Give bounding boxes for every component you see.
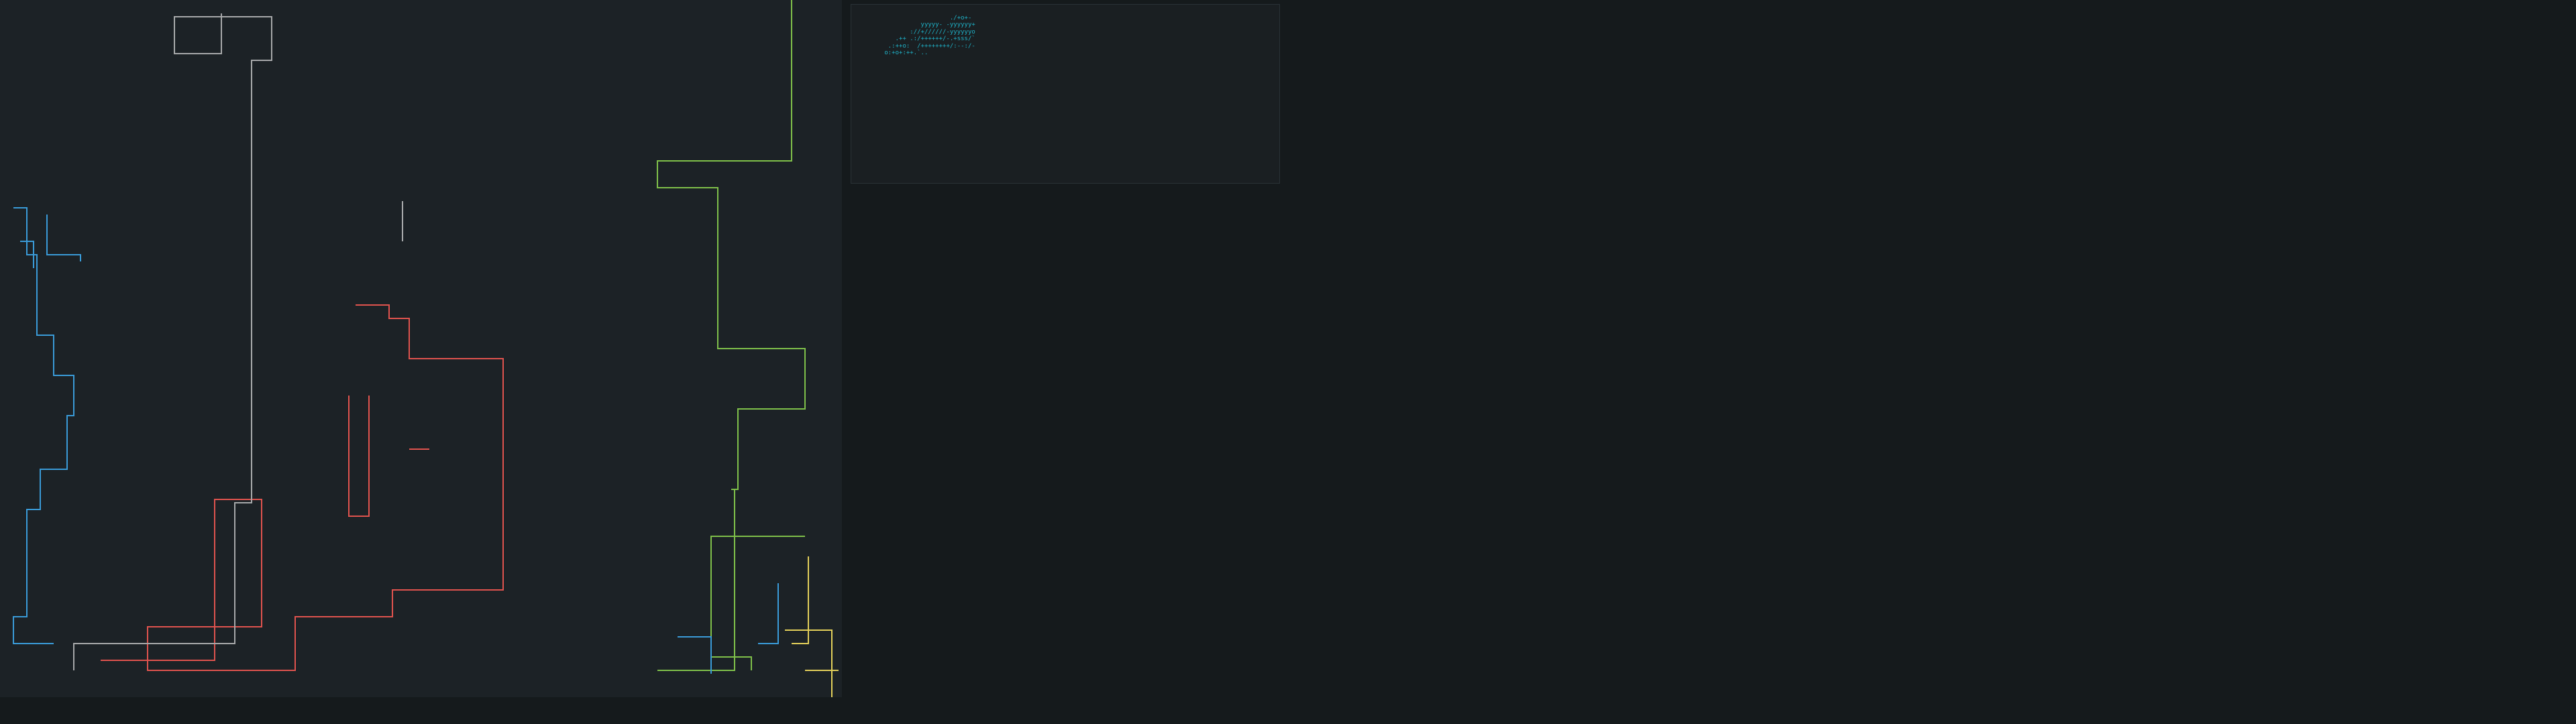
ubuntu-logo-ascii: ./+o+- yyyyy- -yyyyyy+ ://+//////-yyyyyy… (884, 14, 975, 57)
screenfetch-terminal[interactable]: ./+o+- yyyyy- -yyyyyy+ ://+//////-yyyyyy… (851, 4, 1280, 184)
pipes-art (13, 0, 839, 697)
pipes-screensaver (0, 0, 842, 697)
